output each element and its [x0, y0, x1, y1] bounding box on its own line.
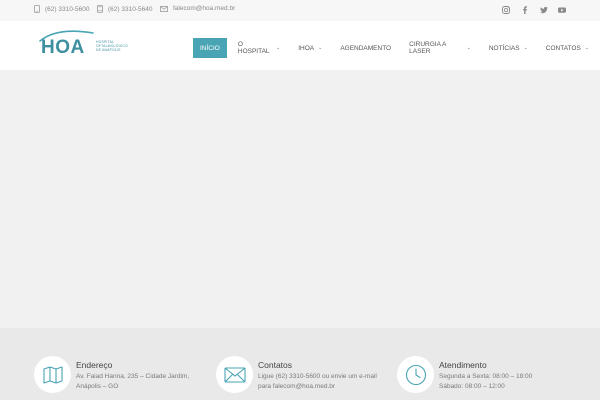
phone-2-link[interactable]: (62) 3310-5640: [97, 5, 152, 13]
mobile-icon: [97, 5, 103, 13]
youtube-icon[interactable]: [557, 5, 569, 17]
mail-icon: [160, 5, 168, 12]
logo-subtitle: HOSPITAL OFTALMOLÓGICO DE ANÁPOLIS: [96, 40, 136, 52]
hero-slider: [0, 70, 600, 328]
nav-item-contatos[interactable]: CONTATOS ⌄: [539, 38, 596, 58]
phone-1-text: (62) 3310-5600: [45, 5, 90, 13]
nav-label: AGENDAMENTO: [340, 44, 392, 52]
contacts-line-2: para falecom@hoa.med.br: [258, 383, 336, 390]
nav-label: O HOSPITAL: [237, 41, 270, 55]
phone-2-text: (62) 3310-5640: [108, 5, 153, 13]
logo[interactable]: HOA HOSPITAL OFTALMOLÓGICO DE ANÁPOLIS: [37, 29, 137, 61]
address-line-1: Av. Faiad Hanna, 235 – Cidade Jardim,: [76, 373, 190, 380]
nav-label: CIRURGIA A LASER: [409, 41, 446, 55]
info-strip: Endereço Av. Faiad Hanna, 235 – Cidade J…: [0, 328, 600, 400]
contacts-line-1: Ligue (62) 3310-5600 ou envie um e-mail: [258, 373, 377, 380]
nav-item-inicio[interactable]: INÍCIO: [193, 38, 227, 58]
nav-item-agendamento[interactable]: AGENDAMENTO: [333, 38, 398, 58]
nav-item-ihoa[interactable]: IHOA ⌄: [291, 38, 329, 58]
email-text: falecom@hoa.med.br: [173, 5, 236, 12]
chevron-down-icon: ⌄: [584, 45, 589, 51]
nav-item-o-hospital[interactable]: O HOSPITAL ⌄: [231, 38, 287, 58]
main-nav: INÍCIO O HOSPITAL ⌄ IHOA ⌄ AGENDAMENTO C…: [193, 38, 600, 58]
nav-item-cirurgia-a-laser[interactable]: CIRURGIA A LASER ⌄: [402, 38, 478, 58]
contacts-title: Contatos: [258, 360, 293, 370]
nav-label: IHOA: [298, 44, 315, 52]
hours-title: Atendimento: [439, 360, 487, 370]
top-bar: (62) 3310-5600 (62) 3310-5640 falecom@ho…: [0, 0, 600, 21]
nav-label: CONTATOS: [545, 44, 581, 52]
map-icon: [42, 365, 63, 384]
address-icon-circle: [34, 356, 71, 393]
contacts-icon-circle: [216, 356, 253, 393]
phone-1-link[interactable]: (62) 3310-5600: [34, 5, 89, 13]
logo-line-3: DE ANÁPOLIS: [96, 48, 121, 52]
chevron-down-icon: ⌄: [318, 45, 323, 51]
nav-label: NOTÍCIAS: [488, 44, 520, 52]
chevron-down-icon: ⌄: [466, 45, 471, 51]
chevron-down-icon: ⌄: [276, 45, 281, 51]
phone-icon: [34, 5, 40, 13]
chevron-down-icon: ⌄: [523, 45, 528, 51]
hours-line-1: Segunda a Sexta: 08:00 – 18:00: [439, 373, 533, 380]
instagram-icon[interactable]: [501, 5, 513, 17]
address-line-2: Anápolis – GO: [76, 383, 119, 390]
nav-item-noticias[interactable]: NOTÍCIAS ⌄: [482, 38, 535, 58]
page: (62) 3310-5600 (62) 3310-5640 falecom@ho…: [0, 0, 600, 400]
logo-main-text: HOA: [41, 37, 85, 58]
hours-icon-circle: [397, 356, 434, 393]
twitter-icon[interactable]: [539, 5, 551, 17]
address-title: Endereço: [76, 360, 113, 370]
email-link[interactable]: falecom@hoa.med.br: [160, 5, 235, 12]
clock-icon: [405, 364, 426, 385]
nav-label: INÍCIO: [200, 44, 220, 52]
hours-line-2: Sábado: 08:00 – 12:00: [439, 383, 505, 390]
header: HOA HOSPITAL OFTALMOLÓGICO DE ANÁPOLIS I…: [0, 21, 600, 70]
envelope-icon: [223, 366, 246, 383]
facebook-icon[interactable]: [520, 5, 532, 17]
